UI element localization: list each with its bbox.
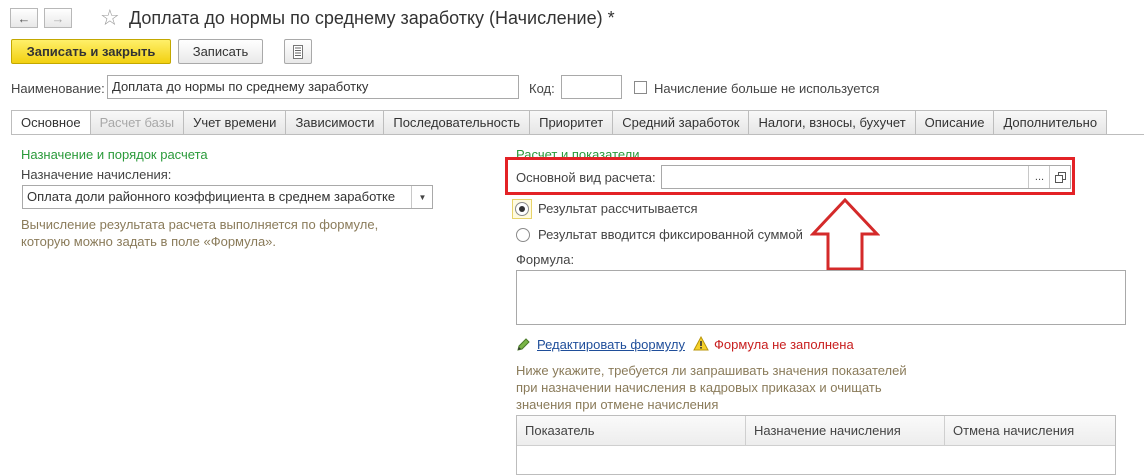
arrow-right-icon: → [51,10,65,26]
tab-average-earnings[interactable]: Средний заработок [613,110,750,135]
warning-icon [693,335,709,354]
tab-taxes[interactable]: Налоги, взносы, бухучет [749,110,916,135]
tab-description[interactable]: Описание [915,110,995,135]
document-list-icon [293,44,303,59]
indicators-hint-line2: при назначении начисления в кадровых при… [516,380,882,395]
tab-priority[interactable]: Приоритет [530,110,614,135]
name-input[interactable]: Доплата до нормы по среднему заработку [107,75,519,99]
report-menu-button[interactable] [284,39,312,64]
arrow-left-icon: ← [17,10,31,26]
code-label: Код: [529,81,555,96]
base-calc-input[interactable] [661,165,1071,189]
tab-main[interactable]: Основное [11,110,91,135]
column-header-indicator[interactable]: Показатель [517,416,746,446]
radio-result-calculated-label: Результат рассчитывается [538,201,698,216]
tab-sequence[interactable]: Последовательность [384,110,531,135]
save-button[interactable]: Записать [178,39,263,64]
formula-hint-line2: которую можно задать в поле «Формула». [21,234,277,249]
tab-time-accounting[interactable]: Учет времени [184,110,287,135]
indicators-table[interactable]: Показатель Назначение начисления Отмена … [516,415,1116,475]
column-header-cancellation[interactable]: Отмена начисления [945,416,1115,446]
purpose-label: Назначение начисления: [21,167,172,182]
radio-result-fixed[interactable] [516,228,530,242]
annotation-arrow-up-icon [810,198,880,271]
pencil-icon [516,337,531,355]
favorite-star-icon[interactable]: ☆ [100,5,120,31]
unused-checkbox[interactable] [634,81,647,94]
tab-dependencies[interactable]: Зависимости [286,110,385,135]
purpose-dropdown-button[interactable]: ▼ [411,186,433,208]
radio-result-calculated[interactable] [515,202,529,216]
tab-additional[interactable]: Дополнительно [994,110,1108,135]
purpose-select[interactable]: Оплата доли районного коэффициента в сре… [22,185,433,209]
column-header-assignment[interactable]: Назначение начисления [746,416,945,446]
name-label: Наименование: [11,81,105,96]
formula-error-text: Формула не заполнена [714,337,854,352]
edit-formula-link[interactable]: Редактировать формулу [537,337,685,352]
formula-hint-line1: Вычисление результата расчета выполняетс… [21,217,379,232]
tab-base-calc[interactable]: Расчет базы [90,110,185,135]
ellipsis-icon: ... [1034,171,1045,183]
formula-textarea[interactable] [516,270,1126,325]
base-calc-label: Основной вид расчета: [516,170,656,185]
indicators-hint-line3: значения при отмене начисления [516,397,719,412]
save-and-close-button[interactable]: Записать и закрыть [11,39,171,64]
open-window-icon [1055,171,1066,183]
tab-bar: Основное Расчет базы Учет времени Зависи… [11,110,1108,135]
forward-button[interactable]: → [44,8,72,28]
tab-underline [11,134,1144,135]
back-button[interactable]: ← [10,8,38,28]
base-calc-choose-button[interactable]: ... [1028,166,1050,188]
base-calc-open-button[interactable] [1049,166,1071,188]
unused-label: Начисление больше не используется [654,81,880,96]
code-input[interactable] [561,75,622,99]
indicators-hint-line1: Ниже укажите, требуется ли запрашивать з… [516,363,907,378]
chevron-down-icon: ▼ [418,192,427,202]
purpose-value: Оплата доли районного коэффициента в сре… [27,189,396,204]
purpose-section-title: Назначение и порядок расчета [21,147,208,162]
window-title: Доплата до нормы по среднему заработку (… [129,8,615,28]
radio-result-fixed-label: Результат вводится фиксированной суммой [538,227,803,242]
formula-label: Формула: [516,252,575,267]
